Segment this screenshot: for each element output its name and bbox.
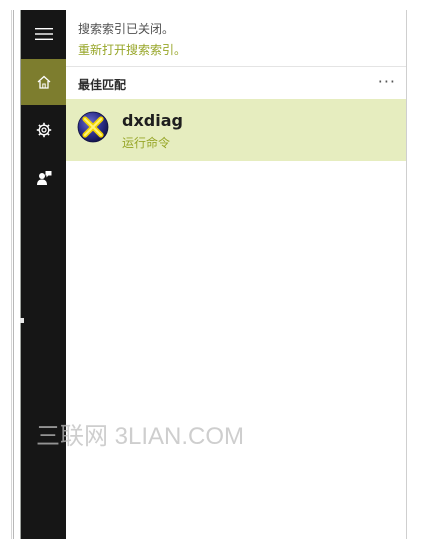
- divider: [66, 66, 406, 67]
- reopen-index-link[interactable]: 重新打开搜索索引。: [78, 41, 186, 58]
- window-edge-line: [11, 10, 12, 539]
- dxdiag-icon: [77, 111, 109, 143]
- index-off-notice: 搜索索引已关闭。: [78, 22, 175, 36]
- hamburger-menu-icon: [35, 28, 53, 40]
- watermark: 三联网 3LIAN.COM: [36, 423, 245, 450]
- hamburger-menu-button[interactable]: [21, 11, 67, 57]
- more-options-button[interactable]: ···: [378, 72, 396, 91]
- gear-icon: [36, 122, 52, 138]
- result-type: 运行命令: [122, 136, 171, 150]
- best-match-heading: 最佳匹配: [78, 78, 127, 92]
- window-edge-tick: [20, 318, 24, 323]
- sidebar-item-feedback[interactable]: [21, 155, 67, 201]
- top-strip: [66, 0, 406, 8]
- best-match-result[interactable]: dxdiag 运行命令: [66, 99, 406, 161]
- feedback-icon: [37, 171, 52, 185]
- sidebar-rail: [20, 10, 67, 539]
- result-name: dxdiag: [122, 111, 183, 130]
- window-edge-line-inner: [13, 10, 14, 539]
- page: 搜索索引已关闭。 重新打开搜索索引。 最佳匹配 ··· dxdiag 运行命令 …: [0, 0, 432, 539]
- home-icon: [37, 75, 51, 89]
- search-results-panel: 搜索索引已关闭。 重新打开搜索索引。 最佳匹配 ··· dxdiag 运行命令: [66, 10, 407, 539]
- sidebar-item-home[interactable]: [21, 59, 67, 105]
- sidebar-item-settings[interactable]: [21, 107, 67, 153]
